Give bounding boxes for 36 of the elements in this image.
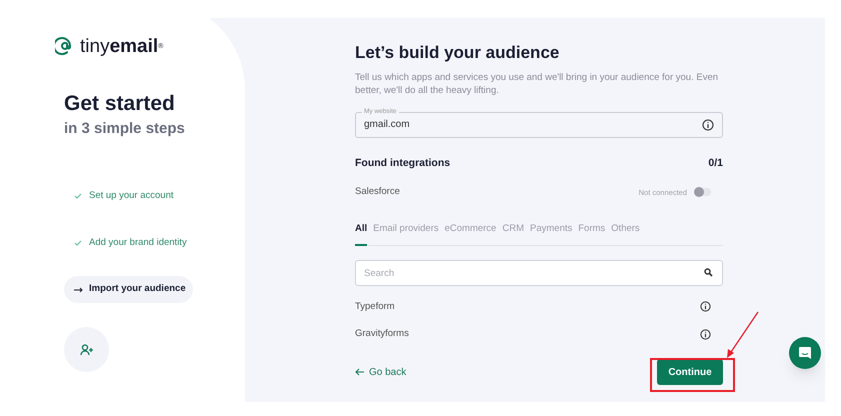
- info-icon[interactable]: [700, 301, 711, 312]
- search-icon[interactable]: [704, 268, 713, 277]
- section-description: Tell us which apps and services you use and we'll bring in your audience for you. Even better, we'll do all the heavy lifting.: [355, 70, 720, 96]
- continue-button[interactable]: Continue: [657, 359, 723, 386]
- chat-icon: [798, 346, 812, 360]
- step-label: Add your brand identity: [89, 236, 187, 250]
- integration-name: Typeform: [355, 300, 395, 314]
- page-heading: Get started: [64, 91, 176, 117]
- field-value: gmail.com: [364, 118, 410, 132]
- section-title: Let’s build your audience: [355, 42, 560, 64]
- info-icon[interactable]: [702, 118, 714, 130]
- category-tab[interactable]: CRM: [502, 222, 524, 246]
- logo-text: tinyemail$^{®}$: [80, 36, 164, 56]
- current-step: Import your audience: [64, 276, 193, 303]
- user-plus-icon: [80, 344, 94, 356]
- category-tab[interactable]: Email providers: [373, 222, 439, 246]
- search-field[interactable]: Search: [355, 260, 723, 286]
- toggle-switch[interactable]: [695, 188, 711, 196]
- found-title: Found integrations: [355, 156, 450, 170]
- page-subheading: in 3 simple steps: [64, 118, 186, 138]
- annotation-arrow: [724, 310, 760, 360]
- integration-name: Salesforce: [355, 185, 400, 200]
- integration-name: Gravityforms: [355, 327, 409, 341]
- check-icon: [74, 240, 82, 246]
- info-icon[interactable]: [700, 328, 711, 340]
- category-tab[interactable]: eCommerce: [444, 222, 496, 246]
- arrow-right-icon: [74, 286, 83, 292]
- category-tab[interactable]: Others: [611, 222, 640, 246]
- step-label: Set up your account: [89, 188, 174, 203]
- category-tab[interactable]: All: [355, 222, 368, 246]
- go-back-link[interactable]: Go back: [355, 364, 406, 380]
- back-arrow-icon: [355, 368, 365, 376]
- found-count: 0/1: [708, 156, 723, 170]
- category-tab[interactable]: Forms: [578, 222, 606, 246]
- category-tab[interactable]: Payments: [530, 222, 572, 246]
- check-icon: [74, 193, 82, 199]
